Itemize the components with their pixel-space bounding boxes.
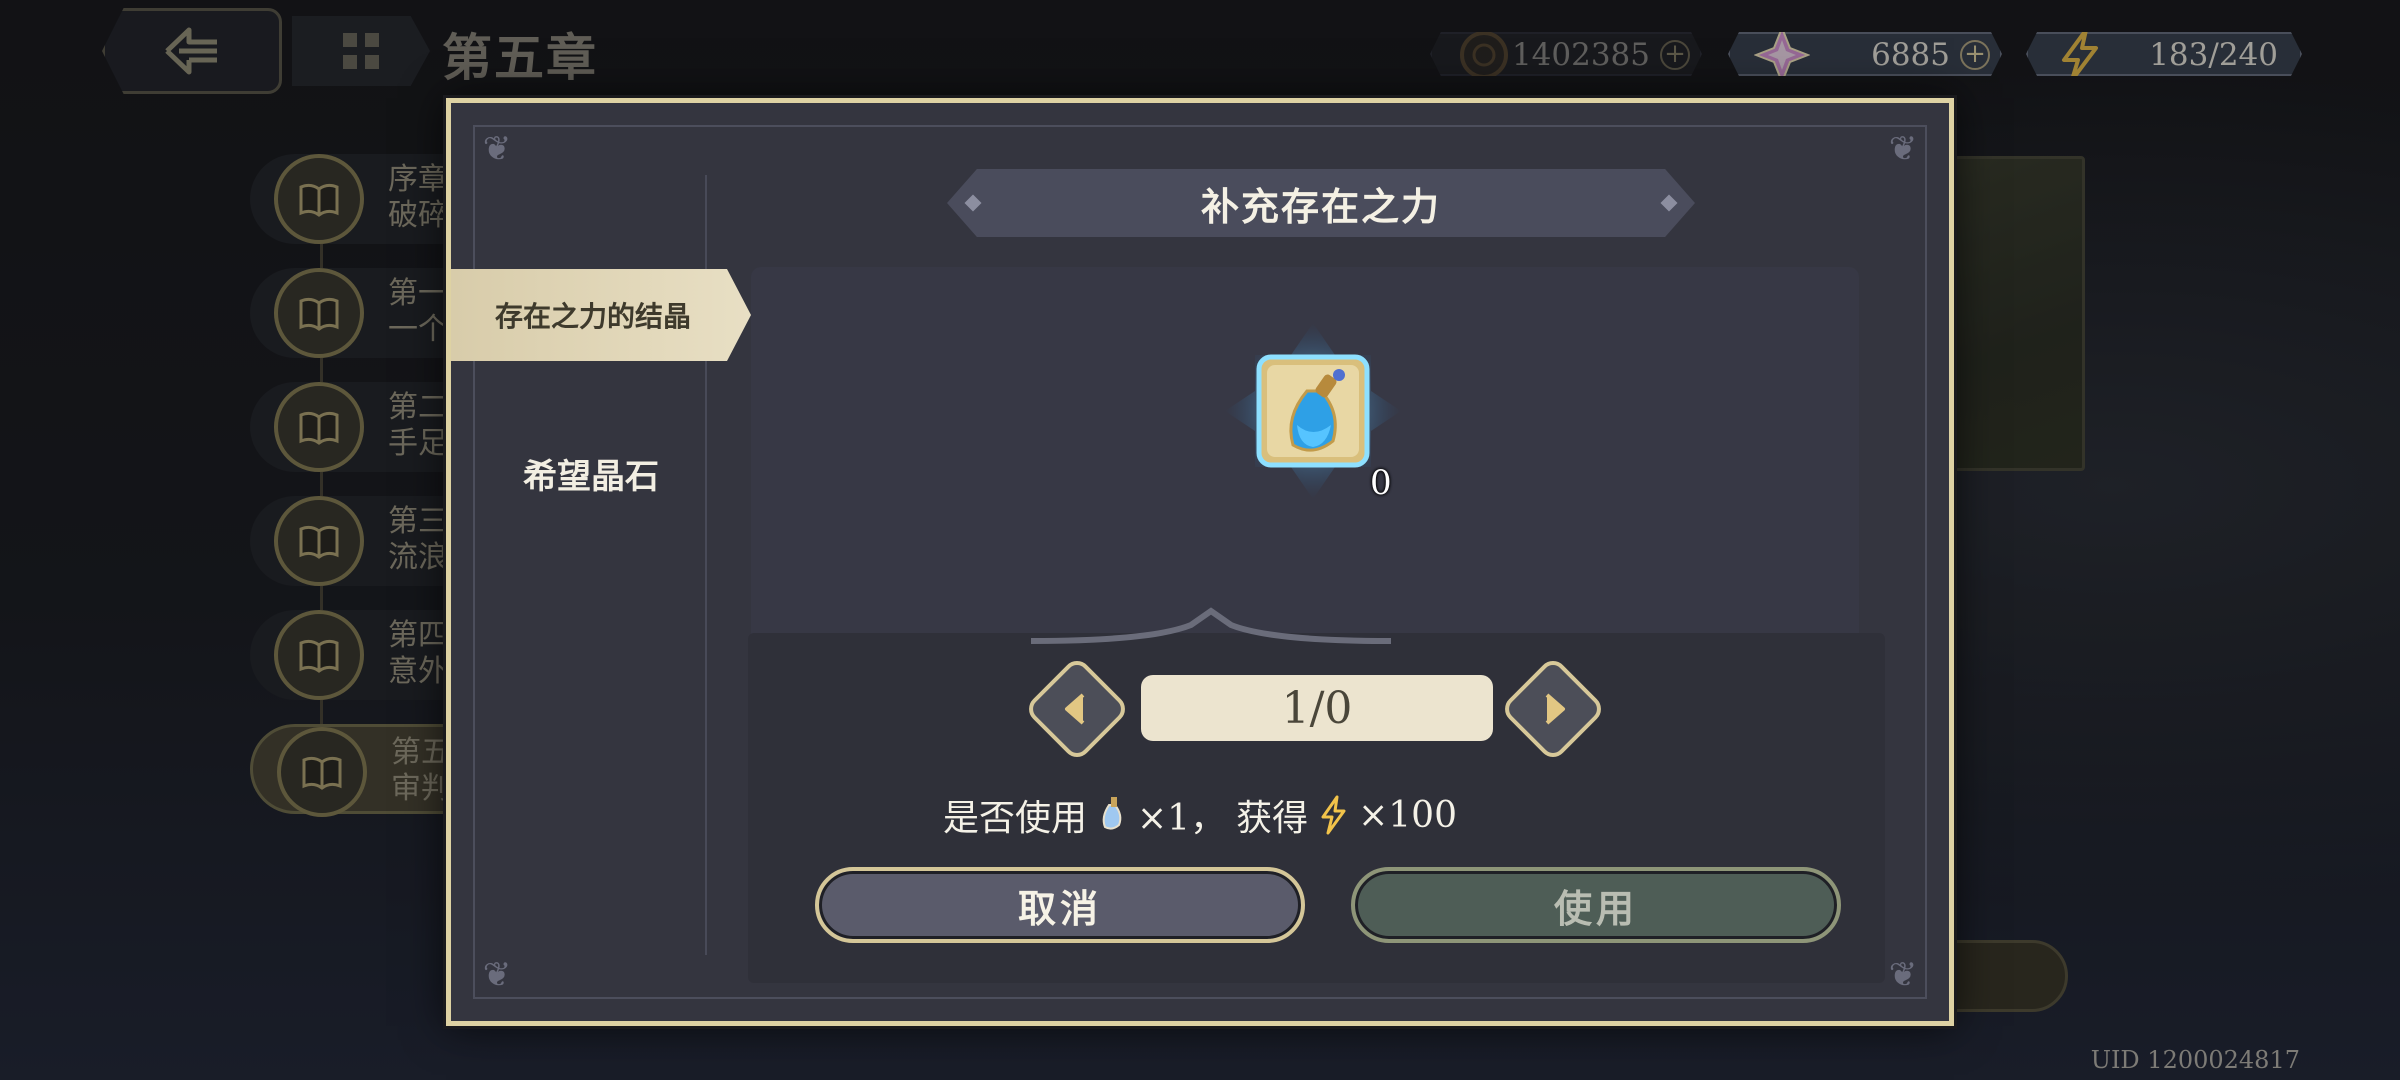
arch-ornament-icon (1031, 607, 1391, 644)
dialog-title: 补充存在之力 (1200, 183, 1441, 229)
decrease-button[interactable] (1023, 655, 1131, 763)
confirm-message: 是否使用 ×1， 获得 ×100 (451, 789, 1949, 841)
confirm-use-amount: ×1， (1137, 798, 1227, 839)
corner-ornament-icon: ❦ (482, 955, 512, 995)
confirm-gain-amount: ×100 (1358, 794, 1457, 836)
chevron-left-icon (1065, 693, 1085, 725)
corner-ornament-icon: ❦ (482, 129, 512, 169)
user-id: UID 1200024817 (2090, 1046, 2300, 1074)
confirm-prefix: 是否使用 (943, 798, 1088, 839)
corner-ornament-icon: ❦ (1888, 129, 1918, 169)
energy-small-icon (1321, 795, 1346, 835)
quantity-display[interactable]: 1/0 (1141, 675, 1493, 741)
banner-ornament-icon (964, 194, 982, 212)
replenish-dialog: ❦ ❦ ❦ ❦ 存在之力的结晶 希望晶石 补充存在之力 0 1/0 是否使用 ×… (446, 98, 1954, 1026)
increase-button[interactable] (1499, 655, 1607, 763)
dialog-title-banner: 补充存在之力 (947, 169, 1695, 237)
tab-existence-crystal[interactable]: 存在之力的结晶 (451, 269, 751, 361)
banner-ornament-icon (1660, 194, 1678, 212)
item-count: 0 (1370, 463, 1392, 503)
chevron-right-icon (1545, 693, 1565, 725)
use-button[interactable]: 使用 (1351, 867, 1841, 943)
corner-ornament-icon: ❦ (1888, 955, 1918, 995)
tab-hope-crystal[interactable]: 希望晶石 (491, 449, 691, 498)
cancel-button[interactable]: 取消 (815, 867, 1305, 943)
potion-small-icon (1102, 797, 1122, 830)
confirm-gain-text: 获得 (1236, 798, 1309, 839)
